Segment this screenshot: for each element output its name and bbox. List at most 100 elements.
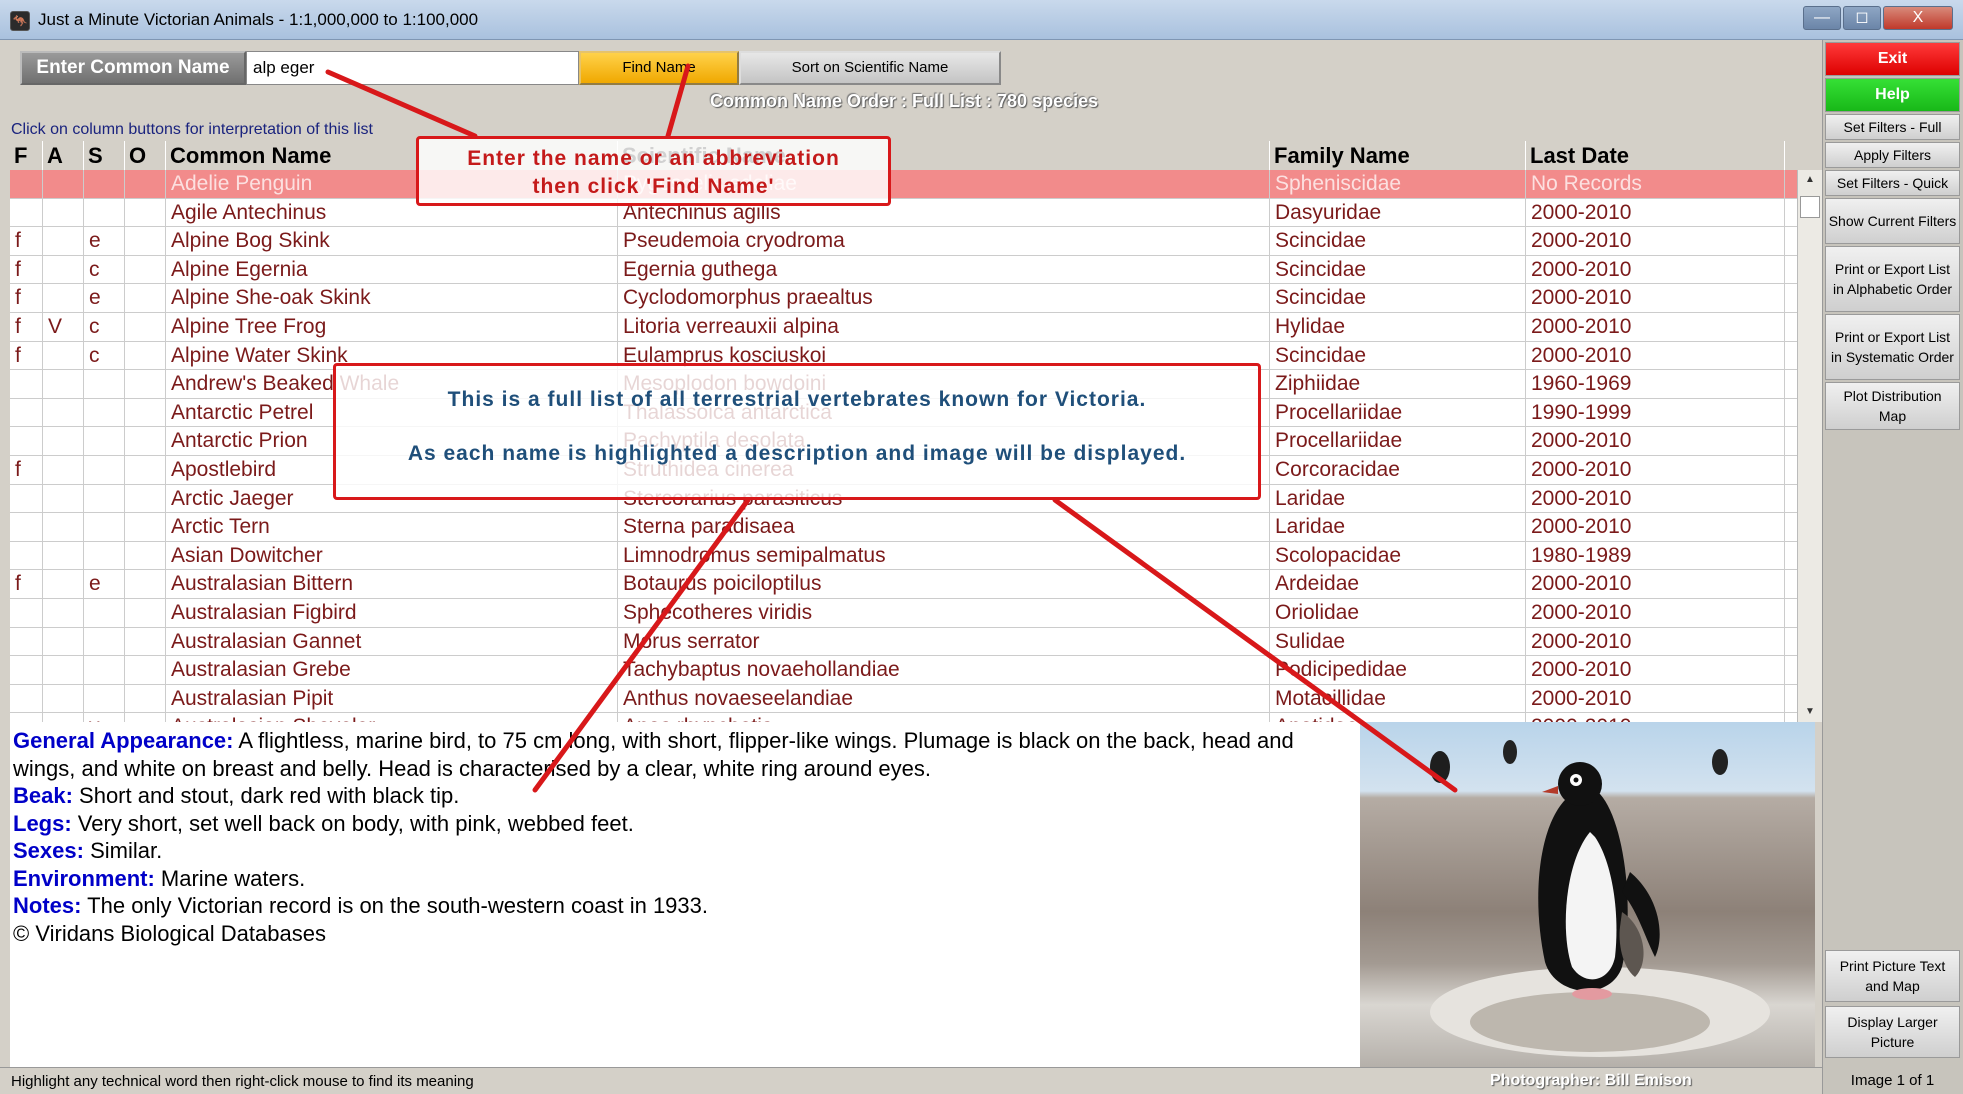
family-name-cell: Anatidae [1270,713,1526,722]
scroll-down-icon[interactable]: ▼ [1798,702,1822,722]
enter-common-name-button[interactable]: Enter Common Name [20,51,246,85]
last-date-cell: 2000-2010 [1526,255,1785,284]
flag-o-cell [125,170,166,198]
column-hint: Click on column buttons for interpretati… [11,121,373,138]
flag-s-cell [84,656,125,685]
general-appearance-label: General Appearance: [13,728,234,753]
flag-o-cell [125,312,166,341]
table-row[interactable]: f c Alpine Egernia Egernia guthega Scincidae… [10,255,1797,285]
column-family-name-button[interactable]: Family Name [1270,141,1526,170]
plot-distribution-map-button[interactable]: Plot Distribution Map [1825,382,1960,430]
scroll-up-icon[interactable]: ▲ [1798,170,1822,190]
print-picture-text-map-button[interactable]: Print Picture Text and Map [1825,950,1960,1002]
set-filters-full-button[interactable]: Set Filters - Full [1825,114,1960,140]
table-row[interactable]: Adelie PenguinPygoscelis adeliaeSphenisc… [10,170,1797,199]
show-current-filters-button[interactable]: Show Current Filters [1825,198,1960,244]
flag-o-cell [125,627,166,656]
table-row[interactable]: Arctic Tern Sterna paradisaea Laridae 2000-… [10,513,1797,542]
flag-o-cell [125,513,166,542]
flag-o-cell [125,541,166,570]
set-filters-quick-button[interactable]: Set Filters - Quick [1825,170,1960,196]
print-alphabetic-button[interactable]: Print or Export List in Alphabetic Order [1825,246,1960,312]
table-row[interactable]: Agile Antechinus Antechinus agilis Dasyuri… [10,198,1797,228]
flag-f-cell [10,541,43,570]
find-callout-line2: then click 'Find Name' [532,175,775,198]
table-row[interactable]: f e Australasian Bittern Botaurus poicilopt… [10,570,1797,599]
exit-button[interactable]: Exit [1825,42,1960,76]
table-scrollbar[interactable]: ▲ ▼ [1797,170,1822,722]
display-larger-picture-button[interactable]: Display Larger Picture [1825,1006,1960,1058]
minimize-button[interactable]: — [1803,6,1841,30]
column-o-button[interactable]: O [125,141,166,170]
common-name-cell: Alpine Egernia [166,255,618,284]
flag-s-cell: c [84,255,125,284]
list-order-status: Common Name Order : Full List : 780 spec… [710,91,1099,111]
image-count: Image 1 of 1 [1850,1072,1935,1089]
flag-a-cell [43,227,84,256]
scientific-name-cell: Litoria verreauxii alpina [618,312,1270,341]
beak-text: Short and stout, dark red with black tip… [72,783,460,808]
species-picture[interactable] [1360,722,1815,1067]
last-date-cell: 2000-2010 [1526,656,1785,685]
family-name-cell: Oriolidae [1270,598,1526,627]
flag-s-cell: v [84,713,125,722]
close-button[interactable]: X [1883,6,1953,30]
table-row[interactable]: Australasian Pipit Anthus novaeseelandiae… [10,684,1797,714]
flag-o-cell [125,484,166,513]
maximize-button[interactable]: ◻ [1843,6,1881,30]
apply-filters-button[interactable]: Apply Filters [1825,142,1960,168]
flag-a-cell [43,484,84,513]
scientific-name-cell: Morus serrator [618,627,1270,656]
help-button[interactable]: Help [1825,78,1960,112]
find-name-button[interactable]: Find Name [579,51,739,85]
column-a-button[interactable]: A [43,141,84,170]
scientific-name-cell: Cyclodomorphus praealtus [618,284,1270,313]
table-row[interactable]: f Vc Alpine Tree Frog Litoria verreauxii al… [10,312,1797,342]
notes-text: The only Victorian record is on the sout… [81,893,708,918]
flag-f-cell [10,370,43,399]
find-name-callout: Enter the name or an abbreviation then c… [416,136,891,206]
photographer-credit: Photographer: Bill Emison [1490,1072,1692,1089]
flag-a-cell [43,656,84,685]
flag-a-cell [43,627,84,656]
scroll-thumb[interactable] [1800,196,1820,218]
flag-s-cell: c [84,312,125,341]
table-row[interactable]: v Australasian ShovelerAnas rhynchotisAna… [10,713,1797,722]
flag-s-cell [84,484,125,513]
last-date-cell: 2000-2010 [1526,341,1785,370]
column-f-button[interactable]: F [10,141,43,170]
flag-a-cell [43,341,84,370]
print-systematic-button[interactable]: Print or Export List in Systematic Order [1825,314,1960,380]
legs-label: Legs: [13,810,72,836]
flag-o-cell [125,341,166,370]
last-date-cell: 2000-2010 [1526,627,1785,656]
table-row[interactable]: Australasian Gannet Morus serrator Sulidae… [10,627,1797,657]
flag-s-cell [84,398,125,427]
flag-f-cell [10,170,43,198]
flag-o-cell [125,227,166,256]
table-row[interactable]: Australasian Grebe Tachybaptus novaeholla… [10,656,1797,685]
flag-f-cell [10,198,43,227]
table-row[interactable]: Asian Dowitcher Limnodromus semipalmatus S… [10,541,1797,571]
column-last-date-button[interactable]: Last Date [1526,141,1785,170]
table-row[interactable]: f e Alpine She-oak Skink Cyclodomorphus pra… [10,284,1797,313]
column-s-button[interactable]: S [84,141,125,170]
copyright-text: © Viridans Biological Databases [13,920,326,946]
common-name-cell: Australasian Bittern [166,570,618,599]
find-callout-line1: Enter the name or an abbreviation [467,147,840,170]
common-name-input[interactable] [246,51,579,85]
scientific-name-cell: Sterna paradisaea [618,513,1270,542]
table-row[interactable]: Australasian Figbird Sphecotheres viridis… [10,598,1797,628]
family-name-cell: Spheniscidae [1270,170,1526,198]
flag-s-cell: e [84,227,125,256]
sort-scientific-button[interactable]: Sort on Scientific Name [739,51,1001,85]
flag-f-cell [10,656,43,685]
right-button-panel: Exit Help Set Filters - Full Apply Filte… [1822,40,1963,1094]
flag-f-cell [10,627,43,656]
table-row[interactable]: f e Alpine Bog Skink Pseudemoia cryodroma Sc… [10,227,1797,256]
flag-f-cell [10,713,43,722]
family-name-cell: Scincidae [1270,227,1526,256]
flag-f-cell [10,398,43,427]
status-hint: Highlight any technical word then right-… [11,1073,474,1090]
family-name-cell: Corcoracidae [1270,455,1526,484]
